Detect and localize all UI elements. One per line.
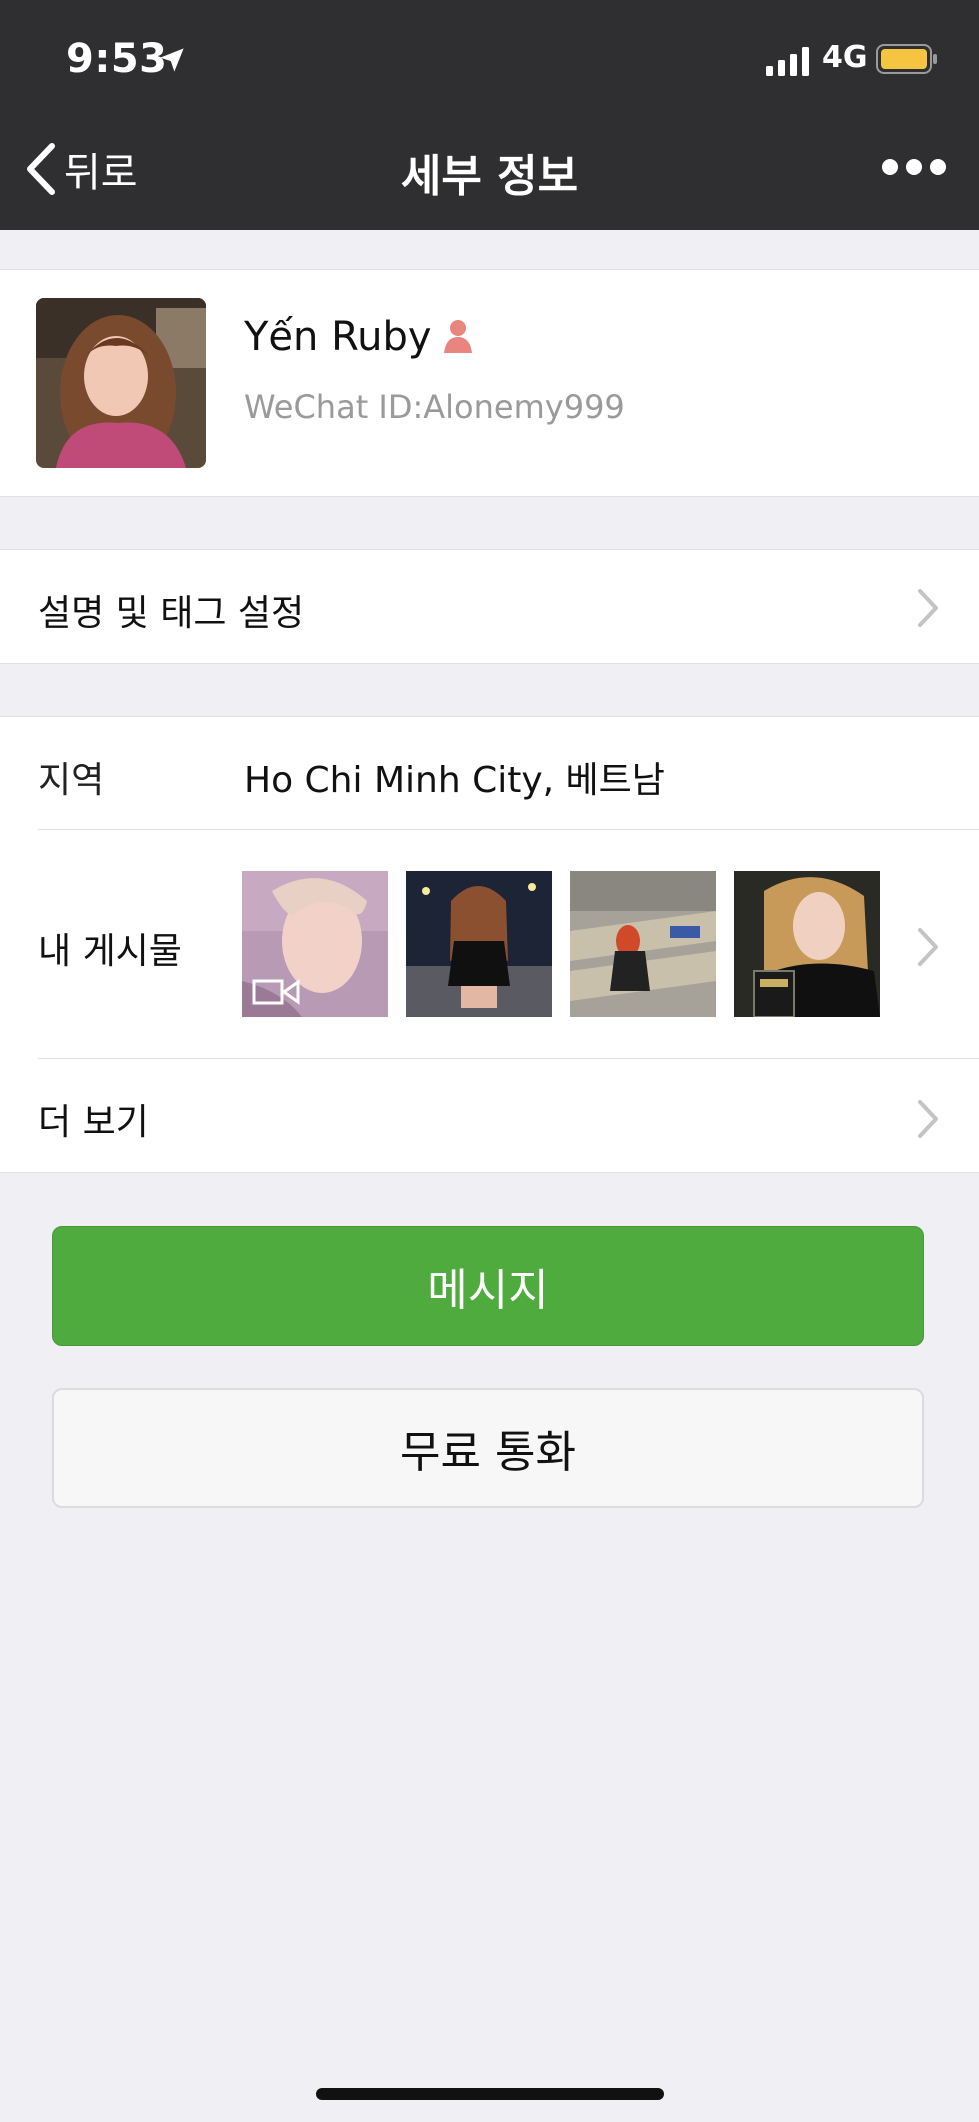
profile-name-text: Yến Ruby xyxy=(244,314,432,360)
battery-icon xyxy=(876,44,937,74)
chevron-right-icon xyxy=(918,1100,938,1138)
tags-setting-row[interactable]: 설명 및 태그 설정 xyxy=(0,549,979,664)
divider xyxy=(38,829,979,830)
avatar[interactable] xyxy=(36,298,206,468)
network-type: 4G xyxy=(822,40,868,75)
more-label: 더 보기 xyxy=(38,1102,149,1143)
status-time: 9:53 xyxy=(66,36,168,82)
region-label: 지역 xyxy=(38,760,105,801)
female-icon xyxy=(443,320,472,353)
tags-setting-label: 설명 및 태그 설정 xyxy=(38,593,305,634)
profile-card: Yến Ruby WeChat ID:Alonemy999 xyxy=(0,269,979,497)
page-title: 세부 정보 xyxy=(400,151,579,202)
wechat-id: WeChat ID:Alonemy999 xyxy=(244,388,625,426)
free-call-button[interactable]: 무료 통화 xyxy=(52,1388,924,1508)
cellular-signal-icon xyxy=(766,47,809,76)
home-indicator[interactable] xyxy=(316,2088,664,2100)
region-value: Ho Chi Minh City, 베트남 xyxy=(244,760,665,801)
posts-thumbnails[interactable] xyxy=(242,871,880,1017)
profile-name: Yến Ruby xyxy=(244,314,476,360)
post-thumbnail-4[interactable] xyxy=(734,871,880,1017)
info-card: 지역 Ho Chi Minh City, 베트남 내 게시물 더 보기 xyxy=(0,716,979,1173)
message-button[interactable]: 메시지 xyxy=(52,1226,924,1346)
location-arrow-icon xyxy=(160,48,184,72)
more-options-icon[interactable] xyxy=(880,155,948,179)
divider xyxy=(38,1058,979,1059)
chevron-right-icon[interactable] xyxy=(917,927,939,967)
posts-label: 내 게시물 xyxy=(38,931,182,972)
top-bar: 9:53 4G 뒤로 세부 정보 xyxy=(0,0,979,230)
post-thumbnail-2[interactable] xyxy=(406,871,552,1017)
post-thumbnail-3[interactable] xyxy=(570,871,716,1017)
chevron-right-icon xyxy=(918,589,938,627)
post-thumbnail-1[interactable] xyxy=(242,871,388,1017)
